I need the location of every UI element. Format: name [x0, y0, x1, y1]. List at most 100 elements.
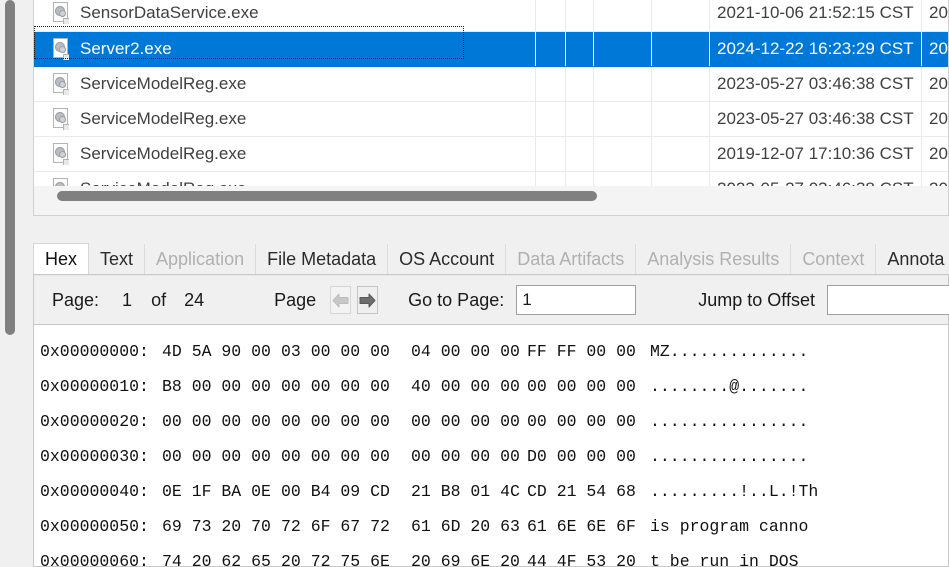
tab-os-account[interactable]: OS Account — [388, 244, 507, 275]
file-name-cell[interactable]: ServiceModelReg.exe — [34, 66, 537, 102]
table-row[interactable]: ServiceModelReg.exe 2023-05-27 03:46:38 C… — [34, 101, 948, 137]
created-time-cell[interactable]: 2024-12-2 — [921, 0, 948, 32]
file-attribute-cell[interactable] — [593, 31, 652, 67]
created-time-cell[interactable]: 2024-12-2 — [921, 31, 948, 67]
file-attribute-cell[interactable] — [535, 0, 566, 32]
file-attribute-cell[interactable] — [535, 101, 566, 137]
accessed-time-cell[interactable]: 2019-12-07 17:10:36 CST — [709, 136, 922, 172]
file-attribute-cell[interactable] — [565, 31, 594, 67]
table-row[interactable]: SensorDataService.exe 2021-10-06 21:52:15… — [34, 0, 948, 32]
outer-vertical-scrollbar[interactable] — [0, 0, 22, 567]
hex-byte-group: B8 00 00 00 — [162, 377, 271, 396]
file-attribute-cell[interactable] — [535, 136, 566, 172]
accessed-time-cell[interactable]: 2023-05-27 03:46:38 CST — [709, 66, 922, 102]
hex-byte-group: 61 6D 20 63 — [411, 517, 520, 536]
file-attribute-cell[interactable] — [535, 31, 566, 67]
accessed-time-cell[interactable]: 2021-10-06 21:52:15 CST — [709, 0, 922, 32]
hex-ascii-column: ................ — [650, 412, 809, 431]
tab-application: Application — [145, 244, 257, 275]
hex-dump-row[interactable]: 0x00000060: 74 20 62 65 20 72 75 6E 20 69 6… — [34, 544, 948, 566]
exe-file-icon — [52, 142, 71, 165]
next-page-button[interactable] — [357, 286, 379, 314]
file-attribute-cell[interactable] — [593, 66, 652, 102]
hex-byte-group: 03 00 00 00 — [281, 342, 390, 361]
hex-offset-label: 0x00000050: — [40, 517, 149, 536]
file-attribute-cell[interactable] — [651, 31, 711, 67]
tab-hex[interactable]: Hex — [33, 243, 90, 275]
hex-dump-row[interactable]: 0x00000010: B8 00 00 00 00 00 00 00 40 00 0… — [34, 369, 948, 404]
tab-annota[interactable]: Annota — [876, 244, 949, 275]
tab-file-metadata[interactable]: File Metadata — [256, 244, 389, 275]
previous-page-button[interactable] — [330, 286, 352, 314]
file-name-cell[interactable]: Server2.exe — [34, 31, 537, 67]
hex-dump-row[interactable]: 0x00000040: 0E 1F BA 0E 00 B4 09 CD 21 B8 0… — [34, 474, 948, 509]
outer-vertical-scrollbar-thumb[interactable] — [5, 0, 15, 335]
file-attribute-cell[interactable] — [593, 101, 652, 137]
file-attribute-cell[interactable] — [651, 0, 711, 32]
file-list-horizontal-scrollbar[interactable] — [33, 186, 949, 216]
file-name-label: ServiceModelReg.exe — [80, 108, 247, 128]
tab-label: Hex — [45, 249, 78, 269]
file-attribute-cell[interactable] — [565, 136, 594, 172]
table-row[interactable]: ServiceModelReg.exe 2023-05-27 03:46:38 C… — [34, 66, 948, 102]
hex-byte-group: 00 00 00 00 — [281, 447, 390, 466]
table-row[interactable]: ServiceModelReg.exe 2019-12-07 17:10:36 C… — [34, 136, 948, 172]
hex-dump-row[interactable]: 0x00000000: 4D 5A 90 00 03 00 00 00 04 00 0… — [34, 334, 948, 369]
page-label: Page: — [52, 289, 100, 310]
hex-byte-group: 74 20 62 65 — [162, 552, 271, 566]
file-attribute-cell[interactable] — [651, 101, 711, 137]
tab-label: Data Artifacts — [517, 249, 625, 269]
exe-file-icon — [52, 72, 71, 95]
tab-label: Text — [100, 249, 134, 269]
total-pages-value: 24 — [184, 289, 205, 310]
content-viewer-tabstrip[interactable]: Hex Text Application File Metadata OS Accoun… — [33, 243, 949, 275]
file-attribute-cell[interactable] — [565, 66, 594, 102]
file-list-table[interactable]: SensorDataService.exe 2021-10-06 21:52:15… — [34, 0, 948, 191]
accessed-time-cell[interactable]: 2024-12-22 16:23:29 CST — [709, 31, 922, 67]
go-to-page-input[interactable] — [516, 285, 637, 315]
file-name-label: Server2.exe — [80, 38, 172, 58]
current-page-value: 1 — [122, 289, 133, 310]
tab-label: OS Account — [399, 249, 495, 269]
file-list-table-panel[interactable]: SensorDataService.exe 2021-10-06 21:52:15… — [33, 0, 949, 192]
file-attribute-cell[interactable] — [535, 66, 566, 102]
hex-byte-group: 00 00 00 00 — [162, 447, 271, 466]
hex-dump-row[interactable]: 0x00000050: 69 73 20 70 72 6F 67 72 61 6D 2… — [34, 509, 948, 544]
hex-dump-row[interactable]: 0x00000030: 00 00 00 00 00 00 00 00 00 00 0… — [34, 439, 948, 474]
hex-offset-label: 0x00000010: — [40, 377, 149, 396]
file-name-cell[interactable]: SensorDataService.exe — [34, 0, 537, 32]
created-time-cell[interactable]: 2024-12-2 — [921, 136, 948, 172]
created-time-cell[interactable]: 2024-12-2 — [921, 101, 948, 137]
file-name-label: ServiceModelReg.exe — [80, 73, 247, 93]
tab-label: Analysis Results — [647, 249, 780, 269]
hex-byte-group: 04 00 00 00 — [411, 342, 520, 361]
file-attribute-cell[interactable] — [651, 136, 711, 172]
file-attribute-cell[interactable] — [593, 136, 652, 172]
hex-byte-group: 4D 5A 90 00 — [162, 342, 271, 361]
table-row[interactable]: Server2.exe 2024-12-22 16:23:29 CST2024-1… — [34, 31, 948, 67]
tab-text[interactable]: Text — [89, 244, 146, 275]
file-attribute-cell[interactable] — [593, 0, 652, 32]
file-attribute-cell[interactable] — [565, 0, 594, 32]
hex-byte-group: 20 69 6E 20 — [411, 552, 520, 566]
tab-label: File Metadata — [267, 249, 377, 269]
file-list-horizontal-scrollbar-thumb[interactable] — [57, 191, 597, 201]
hex-dump-row[interactable]: 0x00000020: 00 00 00 00 00 00 00 00 00 00 0… — [34, 404, 948, 439]
hex-byte-group: 00 00 00 00 — [411, 447, 520, 466]
hex-offset-label: 0x00000060: — [40, 552, 149, 566]
file-attribute-cell[interactable] — [565, 101, 594, 137]
page-of-label: of — [151, 289, 167, 310]
created-time-cell[interactable]: 2024-12-2 — [921, 66, 948, 102]
hex-ascii-column: MZ.............. — [650, 342, 809, 361]
accessed-time-cell[interactable]: 2023-05-27 03:46:38 CST — [709, 101, 922, 137]
file-name-cell[interactable]: ServiceModelReg.exe — [34, 136, 537, 172]
file-attribute-cell[interactable] — [651, 66, 711, 102]
hex-byte-group: 00 00 00 00 — [281, 377, 390, 396]
file-name-label: SensorDataService.exe — [80, 3, 259, 23]
hex-byte-group: 00 00 00 00 — [281, 412, 390, 431]
jump-to-offset-input[interactable] — [826, 285, 949, 315]
hex-ascii-column: .........!..L.!Th — [650, 482, 819, 501]
file-name-cell[interactable]: ServiceModelReg.exe — [34, 101, 537, 137]
exe-file-icon — [52, 107, 71, 130]
hex-dump-area[interactable]: 0x00000000: 4D 5A 90 00 03 00 00 00 04 00 0… — [34, 326, 948, 566]
